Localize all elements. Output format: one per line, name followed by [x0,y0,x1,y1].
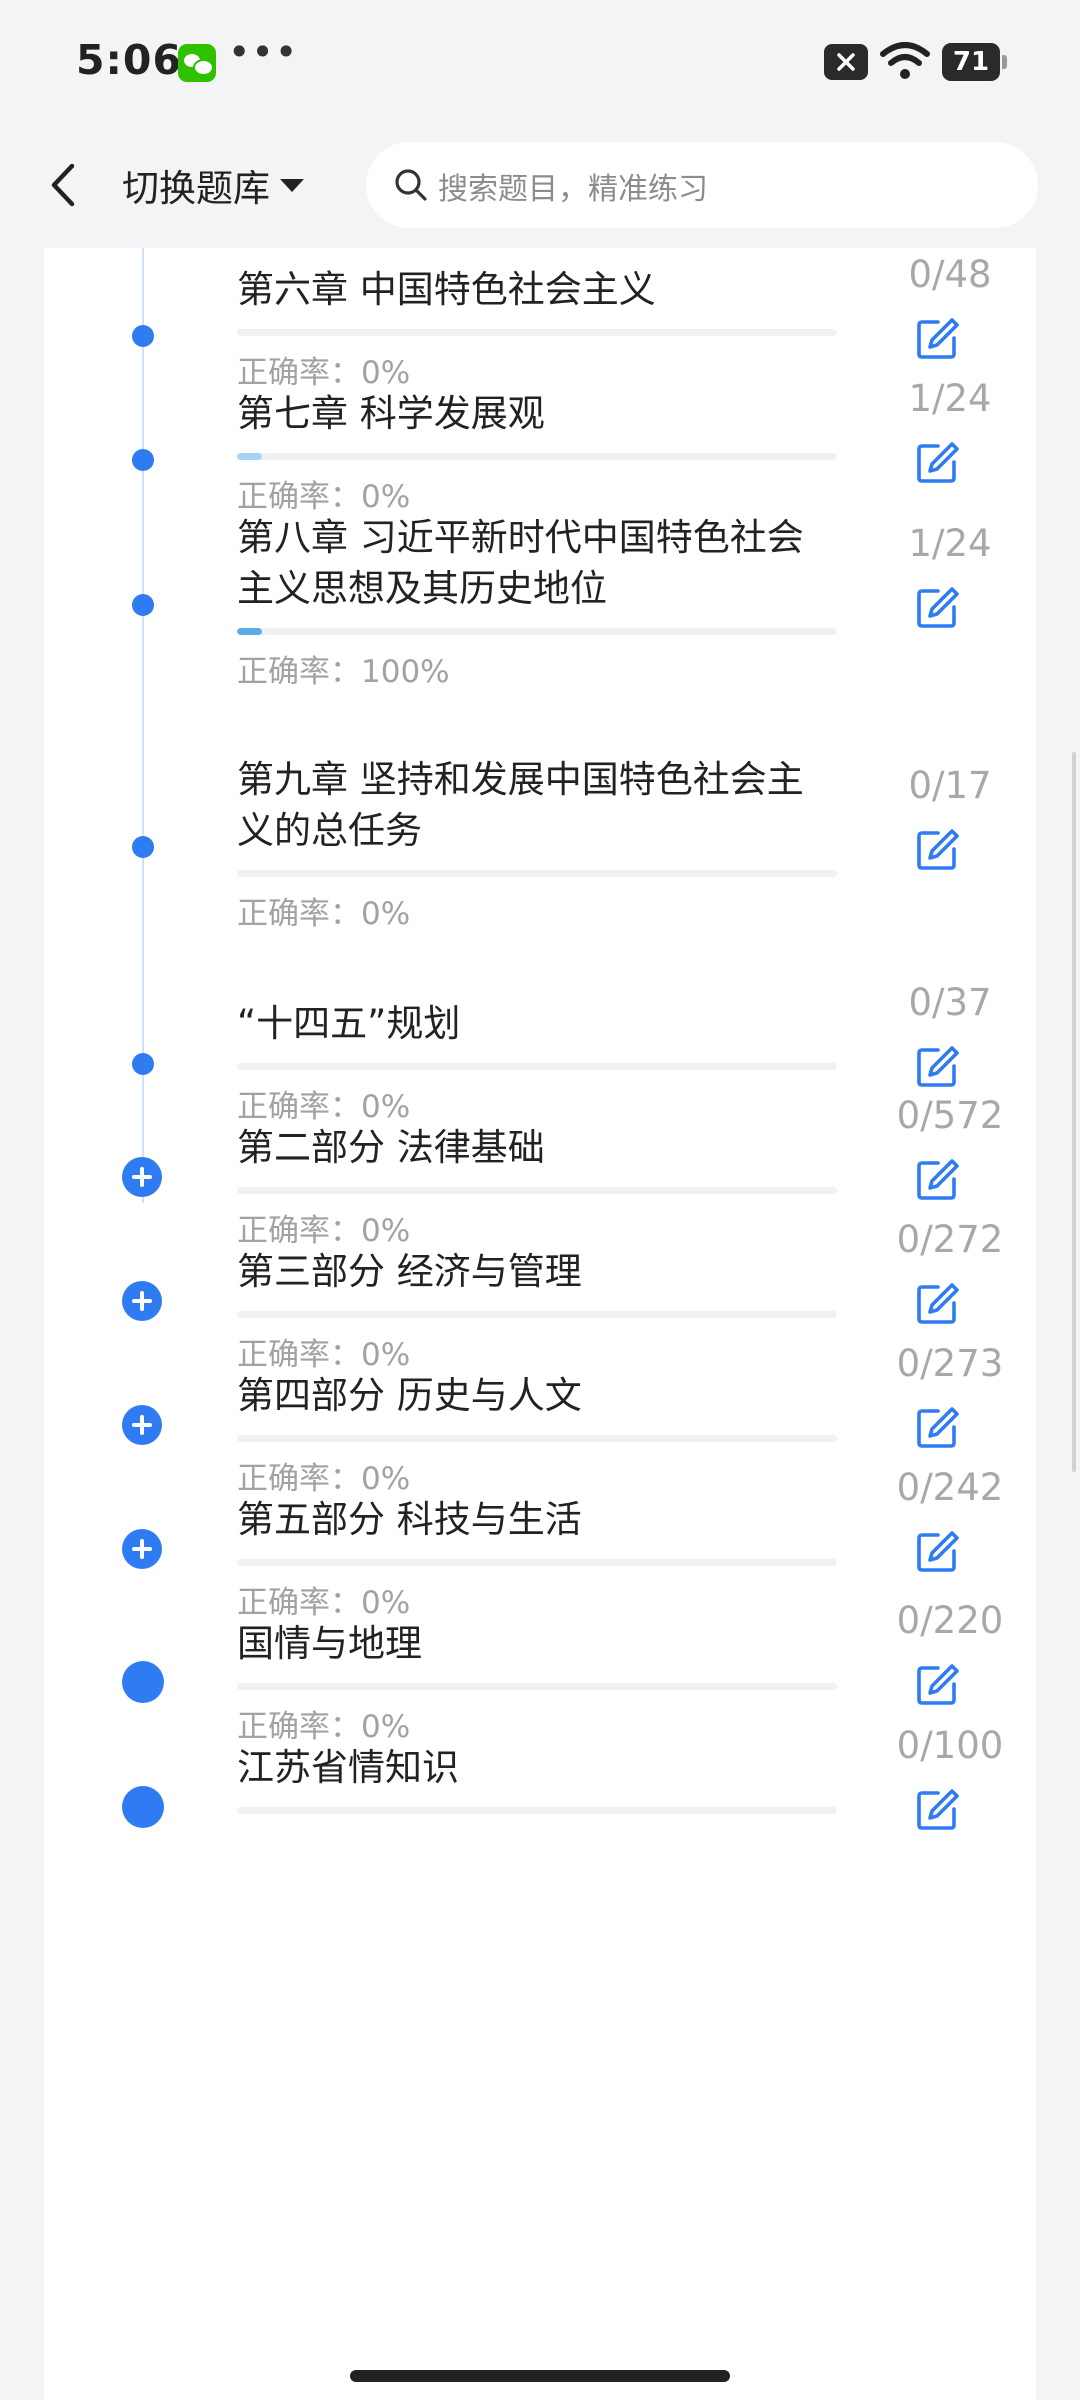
battery-indicator: 71 [942,43,1007,81]
edit-pencil-icon[interactable] [914,1662,960,1708]
question-count: 0/273 [896,1342,1004,1385]
search-input[interactable]: 搜索题目，精准练习 [366,142,1038,228]
wechat-icon [178,44,216,82]
question-count: 0/100 [896,1724,1004,1767]
question-count: 1/24 [908,522,992,565]
no-sim-icon [824,44,868,80]
chapter-node-dot [132,1053,154,1075]
home-indicator[interactable] [350,2370,730,2382]
question-count: 0/272 [896,1218,1004,1261]
status-bar: 5:06 ••• 71 [0,0,1080,120]
question-count: 0/220 [896,1599,1004,1642]
progress-bar [237,1559,837,1566]
edit-pencil-icon[interactable] [914,440,960,486]
question-count: 0/37 [908,981,992,1024]
accuracy-label: 正确率：0% [237,1213,411,1249]
top-bar: 切换题库 搜索题目，精准练习 [0,120,1080,248]
chapter-node-dot [132,449,154,471]
progress-bar [237,1187,837,1194]
progress-fill [237,453,263,460]
back-button[interactable] [40,158,90,212]
chapter-title: 第三部分 经济与管理 [237,1250,582,1293]
progress-bar [237,1435,837,1442]
scrollbar[interactable] [1072,752,1076,1472]
edit-pencil-icon[interactable] [914,1281,960,1327]
chapter-title: 第五部分 科技与生活 [237,1498,582,1541]
accuracy-label: 正确率：0% [237,1461,411,1497]
chapter-title: 第六章 中国特色社会主义 [237,268,656,311]
accuracy-label: 正确率：0% [237,896,411,932]
edit-pencil-icon[interactable] [914,585,960,631]
progress-bar [237,1807,837,1814]
search-icon [395,169,427,201]
progress-fill [237,628,263,635]
caret-down-icon [280,178,304,192]
chapter-title: “十四五”规划 [237,1002,461,1045]
edit-pencil-icon[interactable] [914,1787,960,1833]
chapter-title: 第二部分 法律基础 [237,1126,545,1169]
chapter-title: 第七章 科学发展观 [237,392,545,435]
progress-bar [237,1311,837,1318]
status-time: 5:06 [76,36,182,84]
chapter-list: 第六章 中国特色社会主义 正确率：0% 0/48 第七章 科学发展观 正确率：0% 1/2… [44,248,1036,2400]
wifi-icon [880,42,930,79]
progress-bar [237,1683,837,1690]
progress-bar [237,1063,837,1070]
chapter-title: 江苏省情知识 [237,1746,459,1789]
accuracy-label: 正确率：0% [237,1089,411,1125]
question-count: 0/572 [896,1094,1004,1137]
chapter-node-dot [132,325,154,347]
expand-plus-icon[interactable] [122,1405,162,1445]
chapter-node-dot [122,1786,164,1828]
accuracy-label: 正确率：0% [237,355,411,391]
accuracy-label: 正确率：0% [237,1337,411,1373]
edit-pencil-icon[interactable] [914,1529,960,1575]
expand-plus-icon[interactable] [122,1281,162,1321]
chevron-left-icon [51,163,75,207]
progress-bar [237,329,837,336]
accuracy-label: 正确率：100% [237,654,450,690]
progress-bar [237,453,837,460]
edit-pencil-icon[interactable] [914,827,960,873]
chapter-title: 第四部分 历史与人文 [237,1374,582,1417]
progress-bar [237,870,837,877]
accuracy-label: 正确率：0% [237,1585,411,1621]
edit-pencil-icon[interactable] [914,1405,960,1451]
edit-pencil-icon[interactable] [914,316,960,362]
edit-pencil-icon[interactable] [914,1157,960,1203]
question-count: 0/242 [896,1466,1004,1509]
chapter-node-dot [132,836,154,858]
progress-bar [237,628,837,635]
more-notifications-icon: ••• [228,30,299,74]
chapter-node-dot [122,1661,164,1703]
question-count: 1/24 [908,377,992,420]
expand-plus-icon[interactable] [122,1529,162,1569]
switch-bank-button[interactable]: 切换题库 [122,160,304,210]
expand-plus-icon[interactable] [122,1157,162,1197]
edit-pencil-icon[interactable] [914,1044,960,1090]
question-count: 0/48 [908,253,992,296]
chapter-title: 第八章 习近平新时代中国特色社会主义思想及其历史地位 [237,516,804,610]
chapter-title: 国情与地理 [237,1622,422,1665]
accuracy-label: 正确率：0% [237,479,411,515]
screen: 5:06 ••• 71 切换题库 搜索题目，精准练习 第六章 中国特色社会主义 … [0,0,1080,2400]
switch-bank-label: 切换题库 [122,167,270,210]
chapter-title: 第九章 坚持和发展中国特色社会主义的总任务 [237,758,804,852]
search-placeholder: 搜索题目，精准练习 [438,172,708,207]
chapter-node-dot [132,594,154,616]
accuracy-label: 正确率：0% [237,1709,411,1745]
question-count: 0/17 [908,764,992,807]
